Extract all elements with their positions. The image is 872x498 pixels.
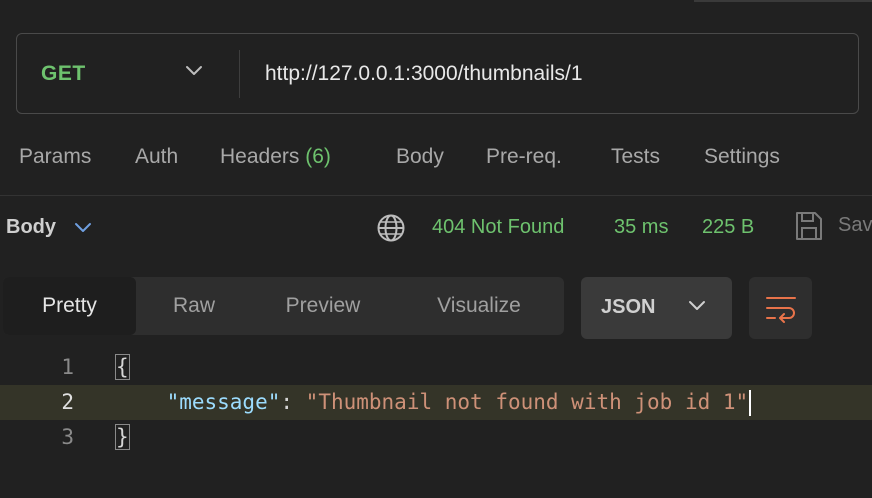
tab-preview[interactable]: Preview [252,277,394,335]
section-divider [0,195,872,196]
view-mode-tabs: Pretty Raw Preview Visualize [3,277,564,335]
code-text: } [115,420,130,455]
json-string-value: "Thumbnail not found with job id 1" [305,390,749,414]
method-dropdown[interactable]: GET [17,34,239,113]
close-brace: } [115,424,130,450]
response-size[interactable]: 225 B [702,216,754,239]
tab-headers[interactable]: Headers (6) [220,145,331,169]
tab-pretty[interactable]: Pretty [3,277,136,335]
format-label: JSON [601,296,656,318]
wrap-lines-icon [766,297,796,323]
response-code-editor[interactable]: 1 { 2 "message": "Thumbnail not found wi… [0,350,872,455]
tab-prereq[interactable]: Pre-req. [486,145,562,169]
request-url-bar: GET [16,33,859,114]
wrap-lines-button[interactable] [749,277,812,339]
method-label: GET [41,61,86,85]
line-number: 1 [61,355,74,379]
json-key: "message" [166,390,281,414]
top-edge-line [694,0,872,2]
url-input[interactable] [240,33,858,114]
tab-body[interactable]: Body [396,145,444,169]
chevron-down-icon [75,222,91,232]
tab-visualize[interactable]: Visualize [394,277,564,335]
headers-count: (6) [305,145,331,168]
code-text: { [115,350,130,385]
globe-icon[interactable] [376,213,406,243]
code-text: "message": "Thumbnail not found with job… [116,385,752,420]
response-time[interactable]: 35 ms [614,216,668,239]
line-number: 2 [61,390,74,414]
tab-auth[interactable]: Auth [135,145,178,169]
format-dropdown[interactable]: JSON [581,277,732,339]
code-line: 3 } [0,420,872,455]
response-body-label: Body [6,216,56,238]
chevron-down-icon [186,66,202,75]
json-colon: : [280,390,306,414]
text-cursor [749,390,752,416]
tab-params[interactable]: Params [19,145,91,169]
open-brace: { [115,354,130,380]
code-line-active: 2 "message": "Thumbnail not found with j… [0,385,872,420]
chevron-down-icon [689,301,705,310]
code-line: 1 { [0,350,872,385]
tab-headers-label: Headers [220,145,300,168]
response-bar: Body 404 Not Found 35 ms 225 B Sav [0,208,872,250]
save-response-button[interactable]: Sav [838,214,872,237]
tab-raw[interactable]: Raw [136,277,252,335]
response-body-dropdown[interactable]: Body [6,216,92,239]
status-code[interactable]: 404 Not Found [432,216,564,239]
tab-tests[interactable]: Tests [611,145,660,169]
tab-settings[interactable]: Settings [704,145,780,169]
save-icon[interactable] [794,210,824,242]
line-number: 3 [61,425,74,449]
